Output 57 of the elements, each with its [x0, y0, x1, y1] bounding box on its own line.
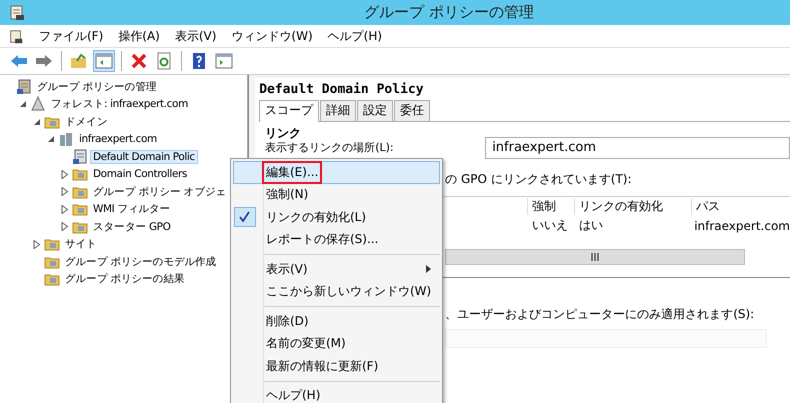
menu-item[interactable]: 表示(V) — [233, 258, 440, 280]
show-pane-button[interactable] — [93, 50, 115, 72]
menu-item[interactable]: 強制(N) — [233, 184, 440, 206]
menu-item[interactable]: 削除(D) — [233, 310, 440, 332]
column-header[interactable]: 強制 — [527, 198, 574, 215]
menu-item[interactable]: レポートの保存(S)... — [233, 228, 440, 251]
tab[interactable]: 詳細 — [320, 100, 356, 121]
expand-arrow-icon[interactable] — [33, 240, 41, 249]
menu-item[interactable]: ウィンドウ(W) — [231, 28, 313, 45]
tab[interactable]: 設定 — [357, 100, 394, 121]
table-cell-text: infraexpert.com — [693, 218, 790, 232]
tree-item[interactable]: ドメイン — [62, 114, 110, 130]
table-cell-text: はい — [578, 217, 604, 234]
menu-item[interactable]: 最新の情報に更新(F) — [233, 355, 440, 378]
menu-item[interactable]: ヘルプ(H) — [328, 28, 382, 45]
policy-title: Default Domain Policy — [259, 81, 425, 97]
tree-item[interactable]: WMI フィルター — [90, 201, 174, 218]
tree-item[interactable]: グループ ポリシーの結果 — [62, 271, 188, 288]
menu-item[interactable]: 表示(V) — [174, 28, 216, 45]
menu-item[interactable]: ファイル(F) — [39, 28, 104, 45]
column-header[interactable]: リンクの有効化 — [574, 198, 692, 215]
scrollbar-thumb[interactable] — [445, 249, 746, 265]
menu-item[interactable]: リンクの有効化(L) — [233, 206, 440, 228]
document-icon — [72, 148, 88, 165]
tree-item[interactable]: Domain Controllers — [90, 167, 190, 182]
collapse-arrow-icon[interactable] — [19, 100, 27, 108]
window-title: グループ ポリシーの管理 — [363, 3, 535, 22]
menu-item[interactable]: 名前の変更(M) — [233, 332, 440, 355]
section-heading: リンク — [265, 126, 302, 140]
server-icon — [58, 131, 74, 148]
tree-item[interactable]: グループ ポリシーのモデル作成 — [62, 254, 220, 270]
tree-item[interactable]: Default Domain Polic — [90, 150, 198, 164]
menu-item[interactable]: ヘルプ(H) — [233, 384, 440, 403]
tree-item[interactable]: サイト — [62, 236, 100, 252]
collapse-arrow-icon[interactable] — [33, 118, 41, 126]
menu-item[interactable]: ここから新しいウィンドウ(W) — [233, 280, 440, 303]
column-header[interactable]: パス — [691, 198, 720, 215]
document-icon — [16, 78, 32, 95]
tree-item[interactable]: グループ ポリシーの管理 — [34, 78, 160, 95]
tree-item[interactable]: infraexpert.com — [76, 132, 160, 146]
expand-arrow-icon[interactable] — [61, 222, 69, 232]
tree-item[interactable]: フォレスト: infraexpert.com — [48, 96, 191, 112]
field-label: 表示するリンクの場所(L): — [265, 142, 395, 154]
menu-item[interactable]: 操作(A) — [118, 28, 160, 45]
collapse-arrow-icon[interactable] — [47, 135, 55, 144]
expand-arrow-icon[interactable] — [61, 204, 69, 214]
table-cell-text: いいえ — [531, 217, 570, 234]
description-text: 、ユーザーおよびコンピューターにのみ適用されます(S): — [445, 306, 754, 323]
tree-item[interactable]: グループ ポリシー オブジェ — [90, 184, 230, 200]
description-text: の GPO にリンクされています(T): — [445, 171, 632, 188]
tab[interactable]: 委任 — [394, 100, 430, 121]
expand-arrow-icon[interactable] — [61, 187, 69, 196]
tab[interactable]: スコープ — [259, 100, 320, 122]
tree-item[interactable]: スターター GPO — [90, 218, 174, 235]
menu-item[interactable]: 編集(E)... — [233, 161, 440, 184]
expand-arrow-icon[interactable] — [61, 170, 69, 179]
location-field[interactable]: infraexpert.com — [485, 137, 790, 159]
